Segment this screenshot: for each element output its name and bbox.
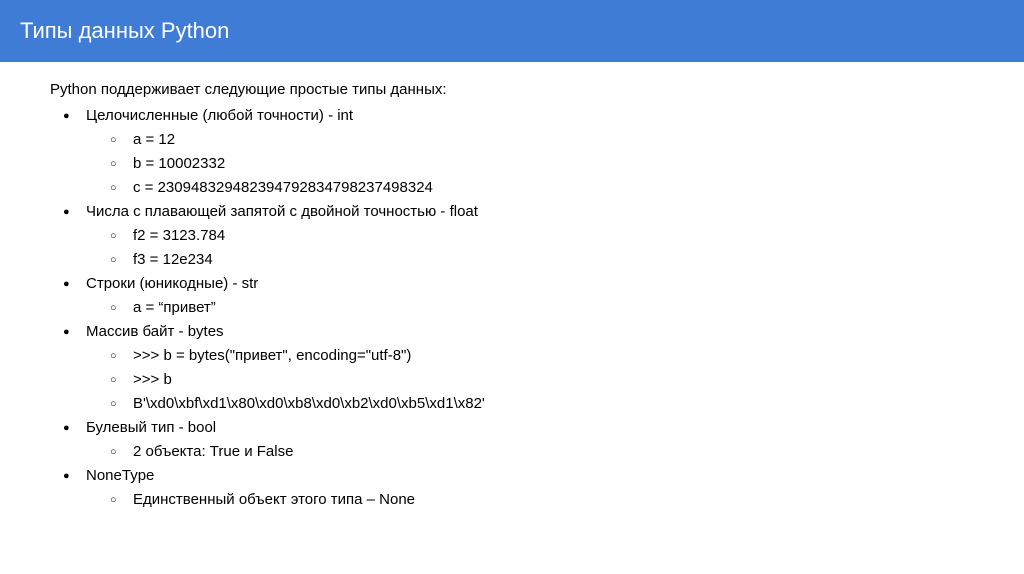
intro-text: Python поддерживает следующие простые ти… (50, 78, 1024, 102)
type-label: Целочисленные (любой точности) - int (86, 107, 353, 124)
type-label: Массив байт - bytes (86, 323, 224, 340)
type-list: Целочисленные (любой точности) - int a =… (50, 104, 1024, 512)
type-label: Булевый тип - bool (86, 419, 216, 436)
slide-title: Типы данных Python (20, 18, 229, 43)
example-list: >>> b = bytes("привет", encoding="utf-8"… (86, 344, 1024, 416)
example-item: c = 230948329482394792834798237498324 (133, 176, 1024, 200)
type-label: NoneType (86, 467, 154, 484)
example-item: f3 = 12e234 (133, 248, 1024, 272)
type-label: Строки (юникодные) - str (86, 275, 258, 292)
type-label: Числа с плавающей запятой с двойной точн… (86, 203, 478, 220)
example-list: a = 12 b = 10002332 c = 2309483294823947… (86, 128, 1024, 200)
example-list: 2 объекта: True и False (86, 440, 1024, 464)
example-item: >>> b = bytes("привет", encoding="utf-8"… (133, 344, 1024, 368)
slide-header: Типы данных Python (0, 0, 1024, 62)
example-item: Единственный объект этого типа – None (133, 488, 1024, 512)
example-list: Единственный объект этого типа – None (86, 488, 1024, 512)
example-item: a = “привет” (133, 296, 1024, 320)
slide-content: Python поддерживает следующие простые ти… (0, 62, 1024, 512)
example-item: f2 = 3123.784 (133, 224, 1024, 248)
example-list: a = “привет” (86, 296, 1024, 320)
list-item: Целочисленные (любой точности) - int a =… (86, 104, 1024, 200)
list-item: Строки (юникодные) - str a = “привет” (86, 272, 1024, 320)
list-item: Числа с плавающей запятой с двойной точн… (86, 200, 1024, 272)
example-item: b = 10002332 (133, 152, 1024, 176)
example-item: a = 12 (133, 128, 1024, 152)
list-item: Булевый тип - bool 2 объекта: True и Fal… (86, 416, 1024, 464)
example-item: 2 объекта: True и False (133, 440, 1024, 464)
example-list: f2 = 3123.784 f3 = 12e234 (86, 224, 1024, 272)
list-item: Массив байт - bytes >>> b = bytes("приве… (86, 320, 1024, 416)
list-item: NoneType Единственный объект этого типа … (86, 464, 1024, 512)
example-item: >>> b (133, 368, 1024, 392)
example-item: B'\xd0\xbf\xd1\x80\xd0\xb8\xd0\xb2\xd0\x… (133, 392, 1024, 416)
